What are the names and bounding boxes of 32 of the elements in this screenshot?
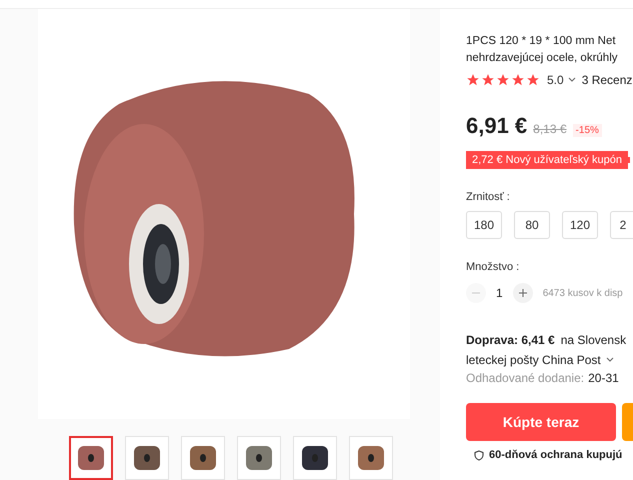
grit-option[interactable]: 80 [514, 211, 550, 239]
reviews-link[interactable]: 3 Recenz [582, 73, 632, 87]
star-icon [466, 73, 480, 87]
original-price: 8,13 € [533, 122, 567, 136]
discount-badge: -15% [572, 124, 602, 137]
shield-icon [474, 450, 484, 460]
buyer-protection-text: 60-dňová ochrana kupujú [489, 449, 622, 461]
rating-value: 5.0 [547, 73, 564, 87]
quantity-value[interactable]: 1 [496, 286, 503, 300]
grit-option[interactable]: 2 [610, 211, 633, 239]
plus-icon [518, 288, 528, 298]
grit-option[interactable]: 120 [562, 211, 598, 239]
shipping-destination[interactable]: na Slovensk [560, 333, 626, 347]
delivery-label: Odhadované dodanie: [466, 371, 584, 385]
star-icon [481, 73, 495, 87]
chevron-down-icon[interactable] [568, 77, 576, 83]
price: 6,91 € [466, 113, 528, 139]
grit-label: Zrnitosť : [466, 191, 511, 203]
star-icon [526, 73, 540, 87]
chevron-down-icon[interactable] [606, 357, 614, 363]
increase-button[interactable] [512, 283, 533, 303]
star-icon [511, 73, 525, 87]
shipping-price: Doprava: 6,41 € [466, 333, 555, 347]
stock-text: 6473 kusov k disp [542, 288, 623, 298]
shipping-method[interactable]: leteckej pošty China Post [466, 353, 601, 367]
product-title: 1PCS 120 * 19 * 100 mm Net [466, 34, 617, 49]
star-icon [496, 73, 510, 87]
delivery-date: 20-31 [588, 371, 619, 385]
product-title: nehrdzavejúcej ocele, okrúhly [466, 51, 619, 66]
grit-option[interactable]: 180 [466, 211, 502, 239]
product-thumbnail[interactable] [69, 436, 113, 480]
quantity-label: Množstvo : [466, 261, 520, 273]
